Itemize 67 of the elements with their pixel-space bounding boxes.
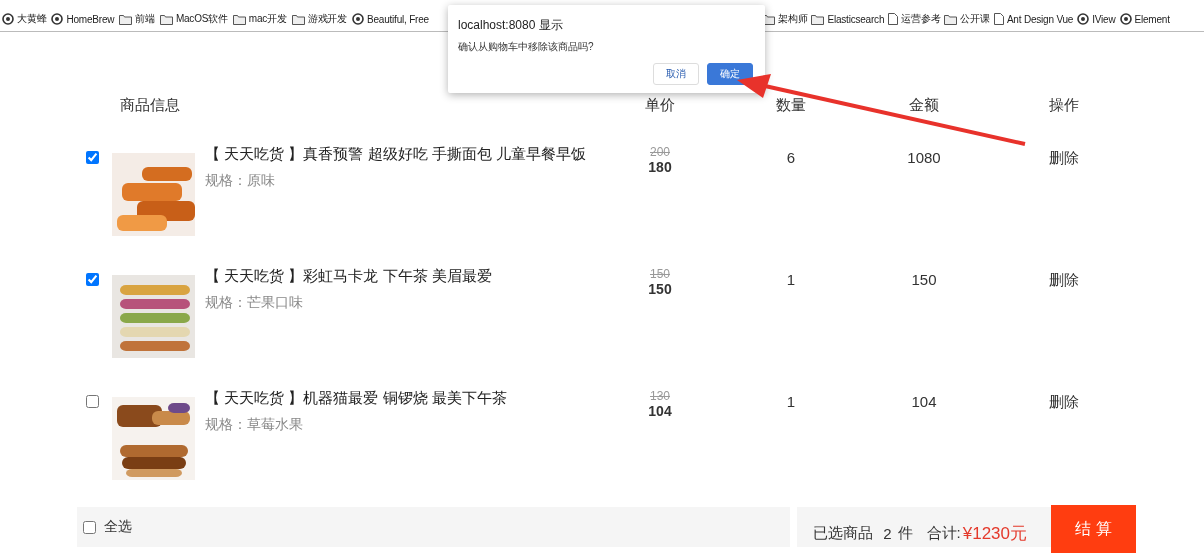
product-spec: 规格：草莓水果 [205,416,304,434]
cancel-button[interactable]: 取消 [653,63,699,85]
bookmark[interactable]: mac开发 [232,12,287,26]
bookmark[interactable]: IView [1077,13,1116,25]
amount: 104 [910,392,938,410]
site-icon [2,13,14,25]
checkbox[interactable] [86,273,99,286]
folder-icon [119,13,133,25]
bookmark[interactable]: 前端 [119,12,155,26]
folder-icon [291,13,305,25]
selected-label: 已选商品 [813,523,874,543]
product-title[interactable]: 【 天天吃货 】机器猫最爱 铜锣烧 最美下午茶 [205,389,507,408]
folder-icon [159,13,173,25]
folder-icon [944,13,958,25]
column-header: 商品信息 [119,96,181,115]
unit-price: 150 [648,282,672,297]
site-icon [1119,13,1132,25]
bookmark[interactable]: 大黄蜂 [2,12,47,26]
column-header: 操作 [1048,96,1080,115]
column-header: 金额 [908,96,940,115]
folder-icon [811,13,825,25]
delete-link[interactable]: 删除 [986,267,1142,290]
product-spec: 规格：芒果口味 [205,294,304,312]
original-price: 130 [650,389,670,404]
amount: 150 [910,270,938,288]
select-all-checkbox[interactable] [83,520,96,534]
quantity: 1 [785,392,797,410]
unit-price: 104 [648,404,672,419]
unit-price: 180 [648,160,672,175]
site-icon [351,13,364,25]
original-price: 200 [650,145,670,160]
checkout-button[interactable]: 结 算 [1051,505,1136,553]
bookmark[interactable]: Beautiful, Free [351,13,429,25]
bookmark[interactable]: 游戏开发 [291,12,347,26]
folder-icon [232,13,246,25]
bookmark[interactable]: Element [1119,13,1170,25]
total-amount: ¥1230元 [962,522,1027,545]
dialog-message: 确认从购物车中移除该商品吗? [458,40,595,54]
page-icon [888,13,899,25]
product-title[interactable]: 【 天天吃货 】真香预警 超级好吃 手撕面包 儿童早餐早饭 [205,145,586,164]
product-spec: 规格：原味 [205,172,276,190]
site-icon [1077,13,1090,25]
bookmark[interactable]: MacOS软件 [159,12,228,26]
selected-count: 2 [883,524,892,542]
delete-link[interactable]: 删除 [986,145,1142,168]
delete-link[interactable]: 删除 [986,389,1142,412]
checkbox[interactable] [86,151,99,164]
site-icon [51,13,64,25]
quantity: 1 [785,270,797,288]
total-label: 合计: [926,523,961,543]
page-icon [993,13,1004,25]
selected-unit: 件 [897,523,913,543]
dialog-title: localhost:8080 显示 [458,17,564,34]
original-price: 150 [650,267,670,282]
bookmark[interactable]: Ant Design Vue [993,13,1074,25]
bookmark[interactable]: 公开课 [944,12,990,26]
bookmark[interactable]: 运营参考 [888,12,941,26]
confirm-button[interactable]: 确定 [707,63,753,85]
column-header: 数量 [775,96,807,115]
quantity: 6 [785,148,797,166]
bookmark[interactable]: Elasticsearch [811,13,885,25]
amount: 1080 [906,148,942,166]
select-all-label: 全选 [104,518,132,536]
bookmark[interactable]: HomeBrew [51,13,115,25]
checkbox[interactable] [86,395,99,408]
product-title[interactable]: 【 天天吃货 】彩虹马卡龙 下午茶 美眉最爱 [205,267,492,286]
column-header: 单价 [644,96,676,115]
